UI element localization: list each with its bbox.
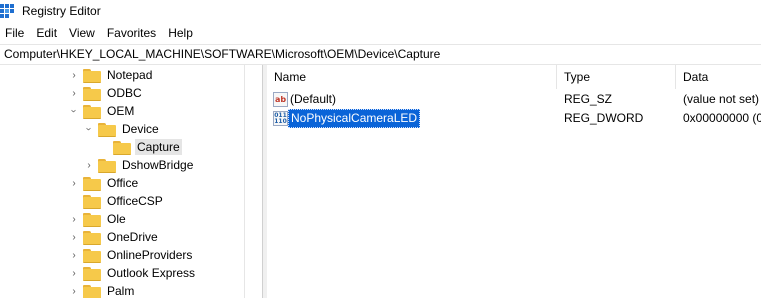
folder-open-icon: [113, 140, 131, 155]
folder-icon: [83, 176, 101, 191]
menu-bar: File Edit View Favorites Help: [0, 23, 761, 43]
tree-item-label: Office: [107, 176, 139, 190]
tree-item-outlook-express[interactable]: › Outlook Express: [68, 264, 197, 282]
tree-item-label: Device: [122, 122, 159, 136]
dword-value-icon: 011 110: [273, 111, 288, 126]
value-name: NoPhysicalCameraLED: [288, 109, 421, 128]
tree-item-label: Capture: [135, 139, 182, 155]
tree-item-ole[interactable]: › Ole: [68, 210, 128, 228]
folder-open-icon: [98, 122, 116, 137]
tree-item-label: ODBC: [107, 86, 142, 100]
folder-icon: [83, 212, 101, 227]
tree-item-label: OEM: [107, 104, 135, 118]
value-row[interactable]: 011 110 NoPhysicalCameraLED REG_DWORD 0x0…: [267, 109, 761, 128]
chevron-right-icon[interactable]: ›: [68, 174, 80, 192]
title-bar: Registry Editor: [0, 0, 761, 22]
address-bar[interactable]: Computer\HKEY_LOCAL_MACHINE\SOFTWARE\Mic…: [0, 44, 761, 65]
key-tree[interactable]: › Notepad › ODBC › OEM › Device Capture …: [0, 65, 262, 298]
tree-item-label: OfficeCSP: [107, 194, 163, 208]
chevron-right-icon[interactable]: ›: [68, 66, 80, 84]
tree-item-label: Palm: [107, 284, 135, 298]
folder-icon: [83, 86, 101, 101]
menu-edit[interactable]: Edit: [30, 23, 63, 43]
tree-item-label: OnlineProviders: [107, 248, 193, 262]
tree-item-notepad[interactable]: › Notepad: [68, 66, 154, 84]
menu-file[interactable]: File: [0, 23, 30, 43]
folder-icon: [83, 266, 101, 281]
value-row[interactable]: ab (Default) REG_SZ (value not set): [267, 90, 761, 109]
folder-open-icon: [83, 104, 101, 119]
chevron-right-icon[interactable]: ›: [68, 228, 80, 246]
value-data: 0x00000000 (0): [683, 111, 761, 125]
chevron-down-icon[interactable]: ›: [65, 105, 83, 117]
chevron-right-icon[interactable]: ›: [68, 246, 80, 264]
tree-item-oem[interactable]: › OEM: [68, 102, 136, 120]
column-header-type[interactable]: Type: [557, 65, 675, 89]
tree-item-dshowbridge[interactable]: › DshowBridge: [83, 156, 195, 174]
tree-item-label: Outlook Express: [107, 266, 196, 280]
chevron-right-icon[interactable]: ›: [68, 264, 80, 282]
tree-item-device[interactable]: › Device: [83, 120, 161, 138]
values-list[interactable]: Name Type Data ab (Default) REG_SZ (valu…: [267, 65, 761, 298]
tree-item-palm[interactable]: › Palm: [68, 282, 136, 298]
registry-editor-window: Registry Editor File Edit View Favorites…: [0, 0, 761, 298]
tree-item-label: OneDrive: [107, 230, 158, 244]
value-type: REG_DWORD: [564, 111, 644, 125]
tree-item-label: Notepad: [107, 68, 153, 82]
address-path[interactable]: Computer\HKEY_LOCAL_MACHINE\SOFTWARE\Mic…: [4, 47, 440, 61]
tree-scrollbar[interactable]: [244, 65, 262, 298]
chevron-right-icon[interactable]: ›: [68, 84, 80, 102]
menu-view[interactable]: View: [63, 23, 101, 43]
chevron-down-icon[interactable]: ›: [80, 123, 98, 135]
value-type: REG_SZ: [564, 92, 613, 106]
folder-icon: [98, 158, 116, 173]
menu-help[interactable]: Help: [162, 23, 199, 43]
value-data: (value not set): [683, 92, 760, 106]
tree-item-office[interactable]: › Office: [68, 174, 140, 192]
folder-icon: [83, 248, 101, 263]
tree-item-onlineproviders[interactable]: › OnlineProviders: [68, 246, 194, 264]
folder-icon: [83, 284, 101, 298]
list-header: Name Type Data: [267, 65, 761, 90]
tree-item-label: Ole: [107, 212, 126, 226]
chevron-right-icon[interactable]: ›: [68, 282, 80, 298]
column-header-name[interactable]: Name: [267, 65, 556, 89]
tree-item-odbc[interactable]: › ODBC: [68, 84, 144, 102]
tree-item-label: DshowBridge: [122, 158, 194, 172]
chevron-right-icon[interactable]: ›: [68, 210, 80, 228]
registry-editor-icon: [0, 3, 16, 19]
string-value-icon: ab: [273, 92, 288, 107]
value-name: (Default): [290, 92, 337, 106]
folder-icon: [83, 194, 101, 209]
menu-favorites[interactable]: Favorites: [101, 23, 162, 43]
tree-item-onedrive[interactable]: › OneDrive: [68, 228, 160, 246]
window-title: Registry Editor: [22, 4, 101, 18]
folder-icon: [83, 68, 101, 83]
tree-item-officecsp[interactable]: OfficeCSP: [68, 192, 165, 210]
column-header-data[interactable]: Data: [676, 65, 761, 89]
chevron-right-icon[interactable]: ›: [83, 156, 95, 174]
folder-icon: [83, 230, 101, 245]
tree-item-capture[interactable]: Capture: [98, 138, 182, 156]
